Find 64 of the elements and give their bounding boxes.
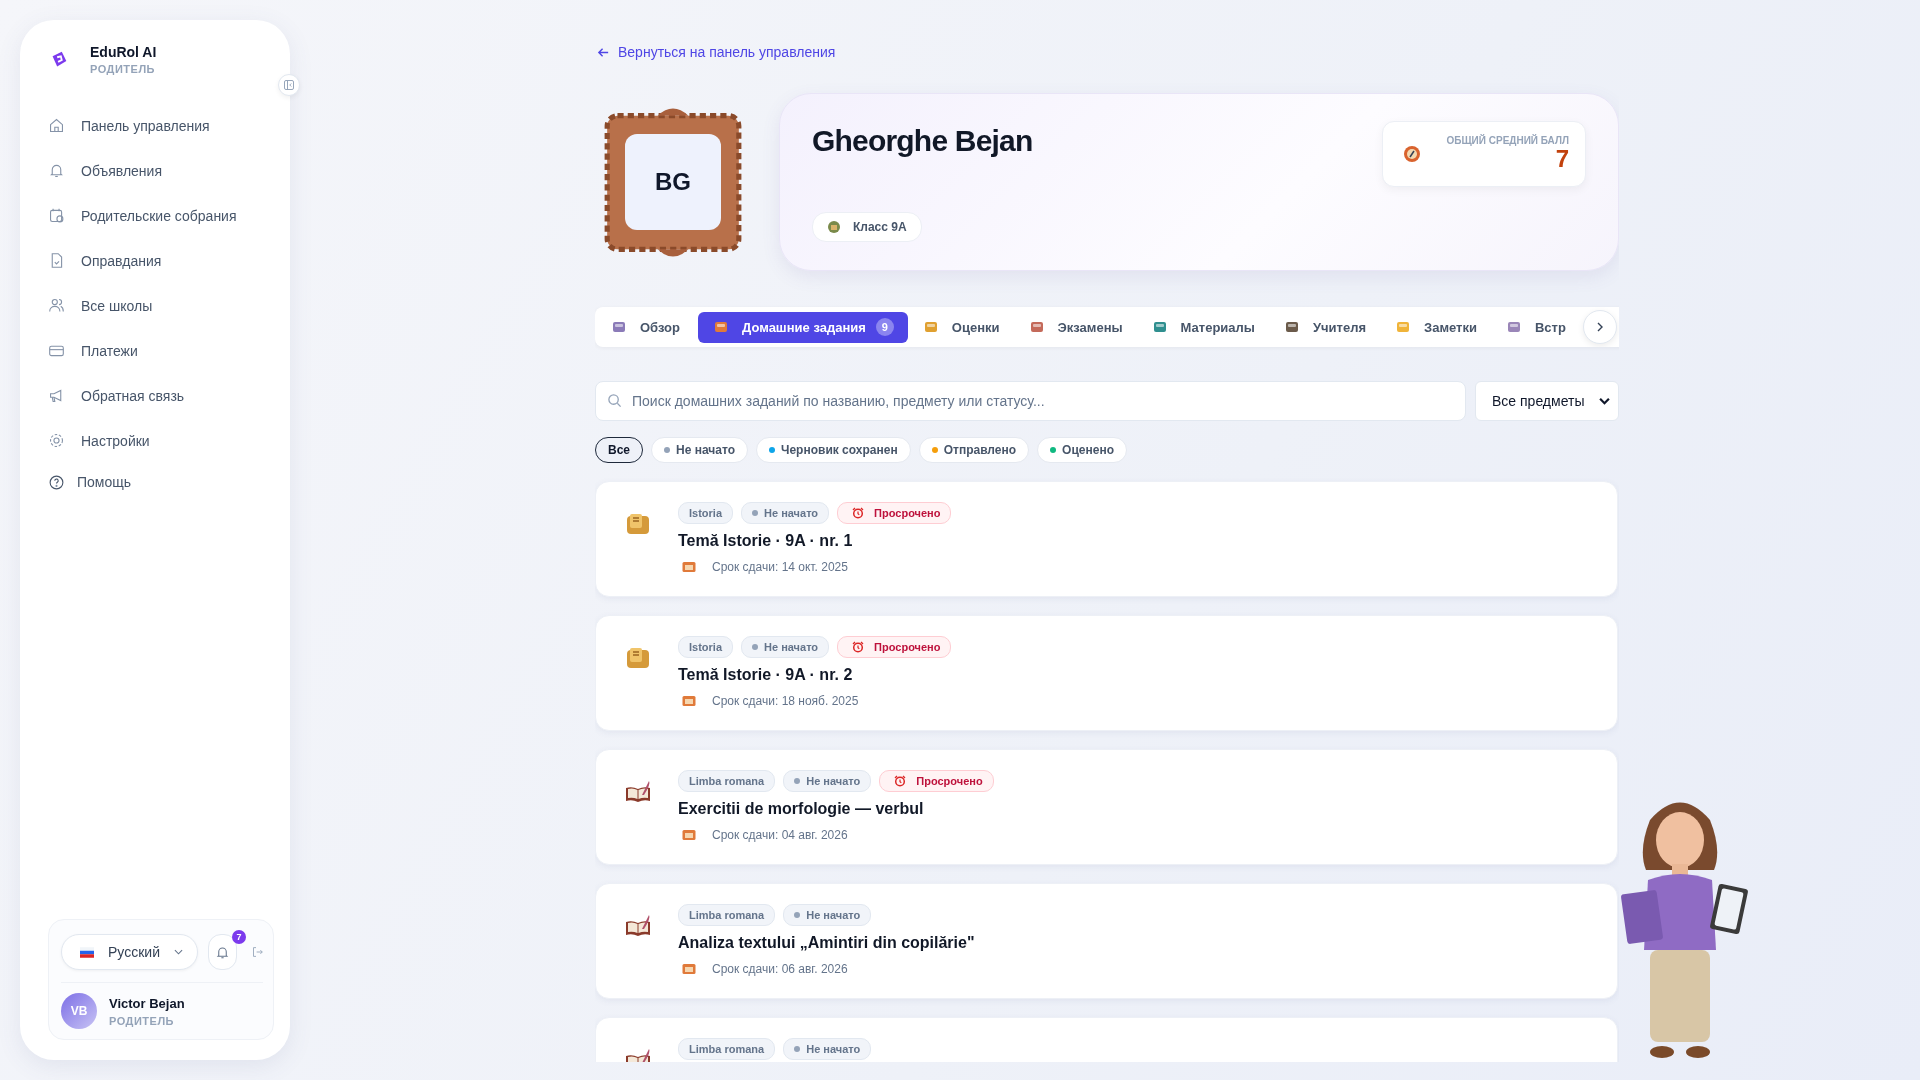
- sidebar-item[interactable]: Панель управления: [48, 103, 274, 148]
- sidebar-item[interactable]: Все школы: [48, 283, 274, 328]
- tab[interactable]: Заметки: [1384, 311, 1491, 343]
- due-date: Срок сдачи: 18 нояб. 2025: [712, 694, 859, 708]
- back-link[interactable]: Вернуться на панель управления: [597, 44, 836, 60]
- status-tag: Не начато: [741, 502, 830, 524]
- role-label: РОДИТЕЛЬ: [90, 63, 157, 75]
- filter-chip[interactable]: Все: [595, 437, 643, 463]
- search-field[interactable]: Поиск домашних заданий по названию, предмету или статусу...: [595, 381, 1466, 421]
- average-value: 7: [1555, 146, 1569, 173]
- status-tag: Не начато: [783, 1038, 872, 1060]
- sidebar-item[interactable]: Родительские собрания: [48, 193, 274, 238]
- sidebar-item[interactable]: Оправдания: [48, 238, 274, 283]
- tab[interactable]: Учителя: [1272, 311, 1380, 343]
- class-label: Класс 9A: [853, 220, 907, 234]
- subject-tag: Istoria: [678, 502, 733, 524]
- assignment-title: Temă Istorie · 9A · nr. 1: [678, 532, 854, 550]
- assignment-card[interactable]: Limba romana Не начато Просрочено Exercitii de morfologie — verbul Срок сдачи: 04 авг. 2026: [595, 749, 1618, 865]
- assignment-card[interactable]: Limba romana Не начато: [595, 1017, 1618, 1062]
- subject-tag: Limba romana: [678, 904, 776, 926]
- sidebar-item[interactable]: Настройки: [48, 418, 274, 463]
- sidebar-item[interactable]: Объявления: [48, 148, 274, 193]
- status-tag: Не начато: [783, 904, 872, 926]
- assignment-card[interactable]: Istoria Не начато Просрочено Temă Istorie · 9A · nr. 2 Срок сдачи: 18 нояб. 2025: [595, 615, 1618, 731]
- subject-tag: Limba romana: [678, 1038, 776, 1060]
- status-tag: Не начато: [741, 636, 830, 658]
- assignment-title: Analiza textului „Amintiri din copilărie": [678, 934, 975, 952]
- sidebar-item[interactable]: Платежи: [48, 328, 274, 373]
- overdue-tag: Просрочено: [879, 770, 994, 792]
- tab[interactable]: Обзор: [600, 311, 694, 343]
- tab-count: 9: [875, 318, 894, 336]
- overdue-tag: Просрочено: [837, 636, 952, 658]
- sidebar-item[interactable]: Помощь: [48, 463, 274, 501]
- overdue-tag: Просрочено: [837, 502, 952, 524]
- filter-chip[interactable]: Отправлено: [918, 437, 1030, 463]
- user-name: Victor Bejan: [109, 995, 185, 1011]
- filter-chip[interactable]: Не начато: [651, 437, 748, 463]
- due-date: Срок сдачи: 04 авг. 2026: [712, 828, 848, 842]
- sidebar-item[interactable]: Обратная связь: [48, 373, 274, 418]
- assignment-card[interactable]: Limba romana Не начато Analiza textului „Amintiri din copilărie" Срок сдачи: 06 авг. 2026: [595, 883, 1618, 999]
- subject-tag: Istoria: [678, 636, 733, 658]
- subject-tag: Limba romana: [678, 770, 776, 792]
- student-name: Gheorghe Bejan: [812, 124, 1033, 158]
- due-date: Срок сдачи: 06 авг. 2026: [712, 962, 848, 976]
- subject-dropdown[interactable]: Все предметы: [1475, 381, 1619, 421]
- status-tag: Не начато: [783, 770, 872, 792]
- filter-chip[interactable]: Оценено: [1037, 437, 1127, 463]
- tab[interactable]: Встр: [1494, 311, 1580, 343]
- assignment-title: Exercitii de morfologie — verbul: [678, 800, 925, 818]
- tab[interactable]: Домашние задания 9: [698, 311, 908, 343]
- language-selector[interactable]: Русский: [61, 934, 198, 970]
- tab[interactable]: Оценки: [911, 311, 1014, 343]
- assignment-title: Temă Istorie · 9A · nr. 2: [678, 666, 854, 684]
- brand-name: EduRol AI: [90, 44, 157, 60]
- tab[interactable]: Материалы: [1140, 311, 1269, 343]
- notification-count: 7: [232, 930, 246, 944]
- assignment-card[interactable]: Istoria Не начато Просрочено Temă Istorie · 9A · nr. 1 Срок сдачи: 14 окт. 2025: [595, 481, 1618, 597]
- user-role: РОДИТЕЛЬ: [109, 1014, 176, 1027]
- due-date: Срок сдачи: 14 окт. 2025: [712, 560, 848, 574]
- student-initials: BG: [625, 134, 721, 230]
- user-avatar: VB: [61, 993, 97, 1029]
- average-label: ОБЩИЙ СРЕДНИЙ БАЛЛ: [1446, 135, 1569, 147]
- filter-chip[interactable]: Черновик сохранен: [756, 437, 911, 463]
- tab[interactable]: Экзамены: [1017, 311, 1137, 343]
